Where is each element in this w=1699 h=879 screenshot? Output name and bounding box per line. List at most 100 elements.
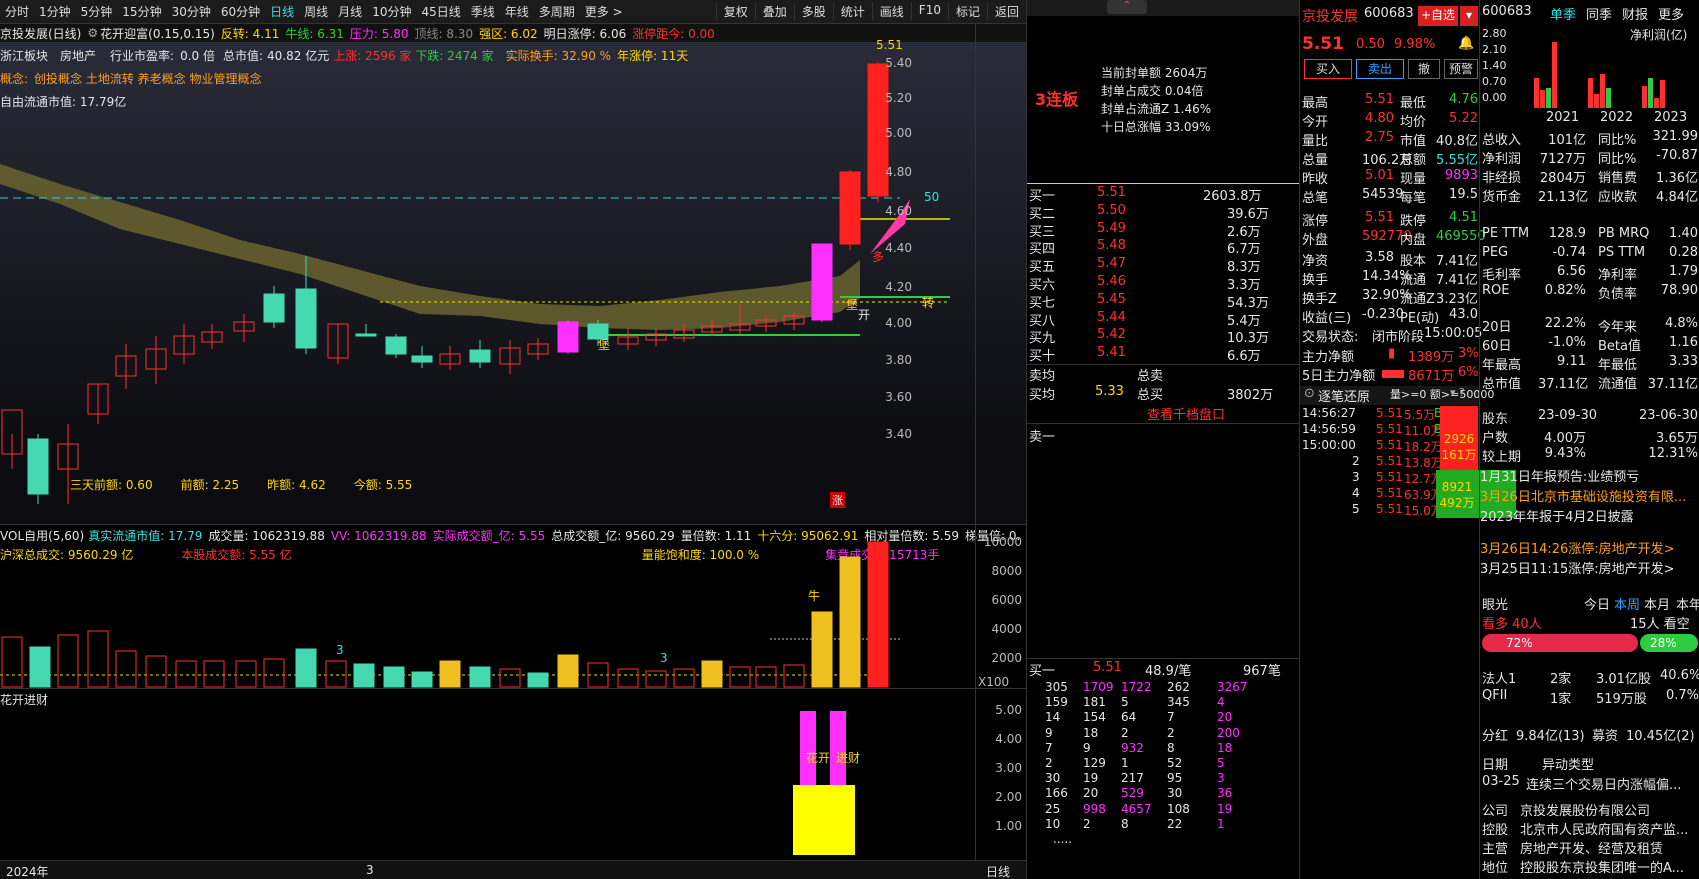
period-tab[interactable]: 15分钟: [117, 3, 166, 20]
back-button[interactable]: 返回: [986, 3, 1026, 20]
amount-summary: 三天前额: 0.60 前额: 2.25 昨额: 4.62 今额: 5.55: [70, 476, 412, 493]
buy-button[interactable]: 买入: [1304, 59, 1352, 79]
fin-row: 股东 23-09-30 23-06-30: [1482, 408, 1698, 427]
quote-row: 总量 106.2万 总额 5.55亿: [1302, 153, 1478, 168]
year-label: 2024年: [6, 865, 49, 879]
financial-panel: 600683 单季 同季 财报 更多 净利润(亿) 2.80 2.10 1.40 0.…: [1479, 0, 1699, 879]
bell-icon[interactable]: 🔔: [1458, 36, 1474, 51]
kline-panel[interactable]: 京投发展(日线) ⚙ 花开迎富(0.15,0.15) 反转: 4.11 牛线: …: [0, 24, 1026, 524]
bid-level[interactable]: 买九 5.42 10.3万: [1027, 327, 1300, 346]
ask1-label: 卖一: [1029, 430, 1056, 445]
add-watchlist-button[interactable]: +自选: [1418, 6, 1458, 26]
period-tab[interactable]: 周线: [299, 3, 333, 20]
volume-bar: [263, 658, 285, 688]
volume-bar: [867, 541, 889, 688]
volume-bar: [145, 655, 167, 688]
bid-level[interactable]: 买二 5.50 39.6万: [1027, 203, 1300, 222]
quote-row: 涨停 5.51 跌停 4.51: [1302, 210, 1478, 229]
quote-row: 净资 3.58 股本 7.41亿: [1302, 250, 1478, 269]
avg-sell-row: 卖均 总卖: [1029, 369, 1164, 384]
pu-label: 堡: [598, 338, 611, 352]
period-label[interactable]: 日线: [986, 863, 1010, 879]
period-tab[interactable]: 分时: [0, 3, 34, 20]
kline-chart[interactable]: [0, 24, 1026, 524]
bear-bar: 28%: [1640, 634, 1698, 652]
bid-level[interactable]: 买七 5.45 54.3万: [1027, 292, 1300, 311]
volume-bar: [235, 660, 257, 688]
chevron-up-icon: ⌃: [1107, 0, 1147, 14]
volume-bar: [325, 660, 347, 688]
period-tab[interactable]: 1分钟: [34, 3, 76, 20]
sell-button[interactable]: 卖出: [1356, 59, 1404, 79]
bid-level[interactable]: 买一 5.51 2603.8万: [1027, 185, 1300, 204]
fin-row: PEG -0.74 PS TTM 0.28: [1482, 245, 1698, 260]
period-tab[interactable]: 30分钟: [167, 3, 216, 20]
volume-bar: [499, 668, 521, 688]
bid-level[interactable]: 买四 5.48 6.7万: [1027, 238, 1300, 257]
green-volume-box: 8921 492万: [1436, 470, 1478, 518]
vol-chart[interactable]: [0, 525, 900, 689]
month-label: 3: [366, 863, 374, 877]
volume-bar: [295, 648, 317, 688]
profit-chart: [1534, 42, 1665, 108]
cancel-order-button[interactable]: 撤: [1408, 59, 1440, 79]
hk-label: 进财: [836, 751, 861, 765]
volume-bar: [469, 666, 491, 688]
news-list[interactable]: 1月31日年报预告:业绩预亏 3月26日北京市基础设施投资有限... 2023年年报…: [1480, 468, 1699, 528]
candle: [469, 349, 491, 363]
f10-button[interactable]: F10: [910, 3, 948, 20]
bid-level[interactable]: 买八 5.44 5.4万: [1027, 310, 1300, 329]
overlay-button[interactable]: 叠加: [754, 3, 794, 20]
tab-same-quarter[interactable]: 同季: [1586, 4, 1612, 23]
draw-line-button[interactable]: 画线: [871, 3, 911, 20]
limit-news[interactable]: 3月26日14:26涨停:房地产开发> 3月25日11:15涨停:房地产开发>: [1480, 540, 1699, 580]
fuquan-button[interactable]: 复权: [715, 3, 755, 20]
bid-level[interactable]: 买六 5.46 3.3万: [1027, 274, 1300, 293]
fin-row: 户数 4.00万 3.65万: [1482, 431, 1698, 446]
volume-bar: [57, 634, 79, 688]
candle: [385, 336, 407, 355]
candle: [411, 355, 433, 363]
vol-panel[interactable]: VOL自用(5,60) 真实流通市值: 17.79 成交量: 1062319.8…: [0, 524, 1026, 689]
tab-report[interactable]: 财报: [1622, 4, 1648, 23]
chevron-down-icon[interactable]: ▾: [1460, 6, 1478, 26]
quote-row: 收益(三) -0.230 PE(动) 43.0: [1302, 307, 1478, 326]
volume-bar: [1, 636, 23, 688]
tick-header[interactable]: ⊙ 逐笔还原 量>=0 额>=50000 ▾ ?: [1300, 386, 1494, 405]
full-depth-link[interactable]: 查看千档盘口: [1147, 404, 1225, 423]
hk-chart: [793, 711, 855, 855]
period-tab-active[interactable]: 日线: [265, 3, 299, 20]
period-tab[interactable]: 10分钟: [367, 3, 416, 20]
multi-stock-button[interactable]: 多股: [793, 3, 833, 20]
volume-bar: [645, 670, 667, 688]
period-tab[interactable]: 年线: [500, 3, 534, 20]
bid-level[interactable]: 买三 5.49 2.6万: [1027, 221, 1300, 240]
bid-level[interactable]: 买十 5.41 6.6万: [1027, 345, 1300, 364]
hk-panel[interactable]: 花开进财 花开 进财 5.00 4.00 3.00 2.00 1.00: [0, 688, 1026, 860]
candle: [27, 438, 49, 495]
volume-bar: [527, 672, 549, 688]
mark-button[interactable]: 标记: [947, 3, 987, 20]
tab-more[interactable]: 更多: [1658, 4, 1684, 23]
fin-row: PE TTM 128.9 PB MRQ 1.40: [1482, 226, 1698, 241]
period-tab[interactable]: 季线: [466, 3, 500, 20]
volume-bar: [439, 660, 461, 688]
quote-row: 总笔 54539 每笔 19.5: [1302, 187, 1478, 206]
stock-code: 600683: [1364, 6, 1414, 21]
fin-row: 20日 22.2% 今年来 4.8%: [1482, 316, 1698, 335]
alert-button[interactable]: 预警: [1444, 59, 1478, 79]
fin-row: 较上期 9.43% 12.31%: [1482, 446, 1698, 465]
tab-quarter[interactable]: 单季: [1550, 4, 1576, 23]
period-tab[interactable]: 45日线: [416, 3, 465, 20]
bid-level[interactable]: 买五 5.47 8.3万: [1027, 256, 1300, 275]
period-tab[interactable]: 多周期: [534, 3, 580, 20]
stats-button[interactable]: 统计: [832, 3, 872, 20]
collapse-tab[interactable]: ⌃: [1027, 0, 1300, 16]
more-periods-button[interactable]: 更多 >: [580, 3, 628, 20]
current-price: 5.51: [1302, 34, 1344, 54]
period-tab[interactable]: 5分钟: [76, 3, 118, 20]
period-tab[interactable]: 月线: [333, 3, 367, 20]
fin-row: 净利润 7127万 同比% -70.87: [1482, 148, 1698, 167]
period-tab[interactable]: 60分钟: [216, 3, 265, 20]
avg-buy-row: 买均 5.33 总买 3802万: [1029, 384, 1274, 403]
